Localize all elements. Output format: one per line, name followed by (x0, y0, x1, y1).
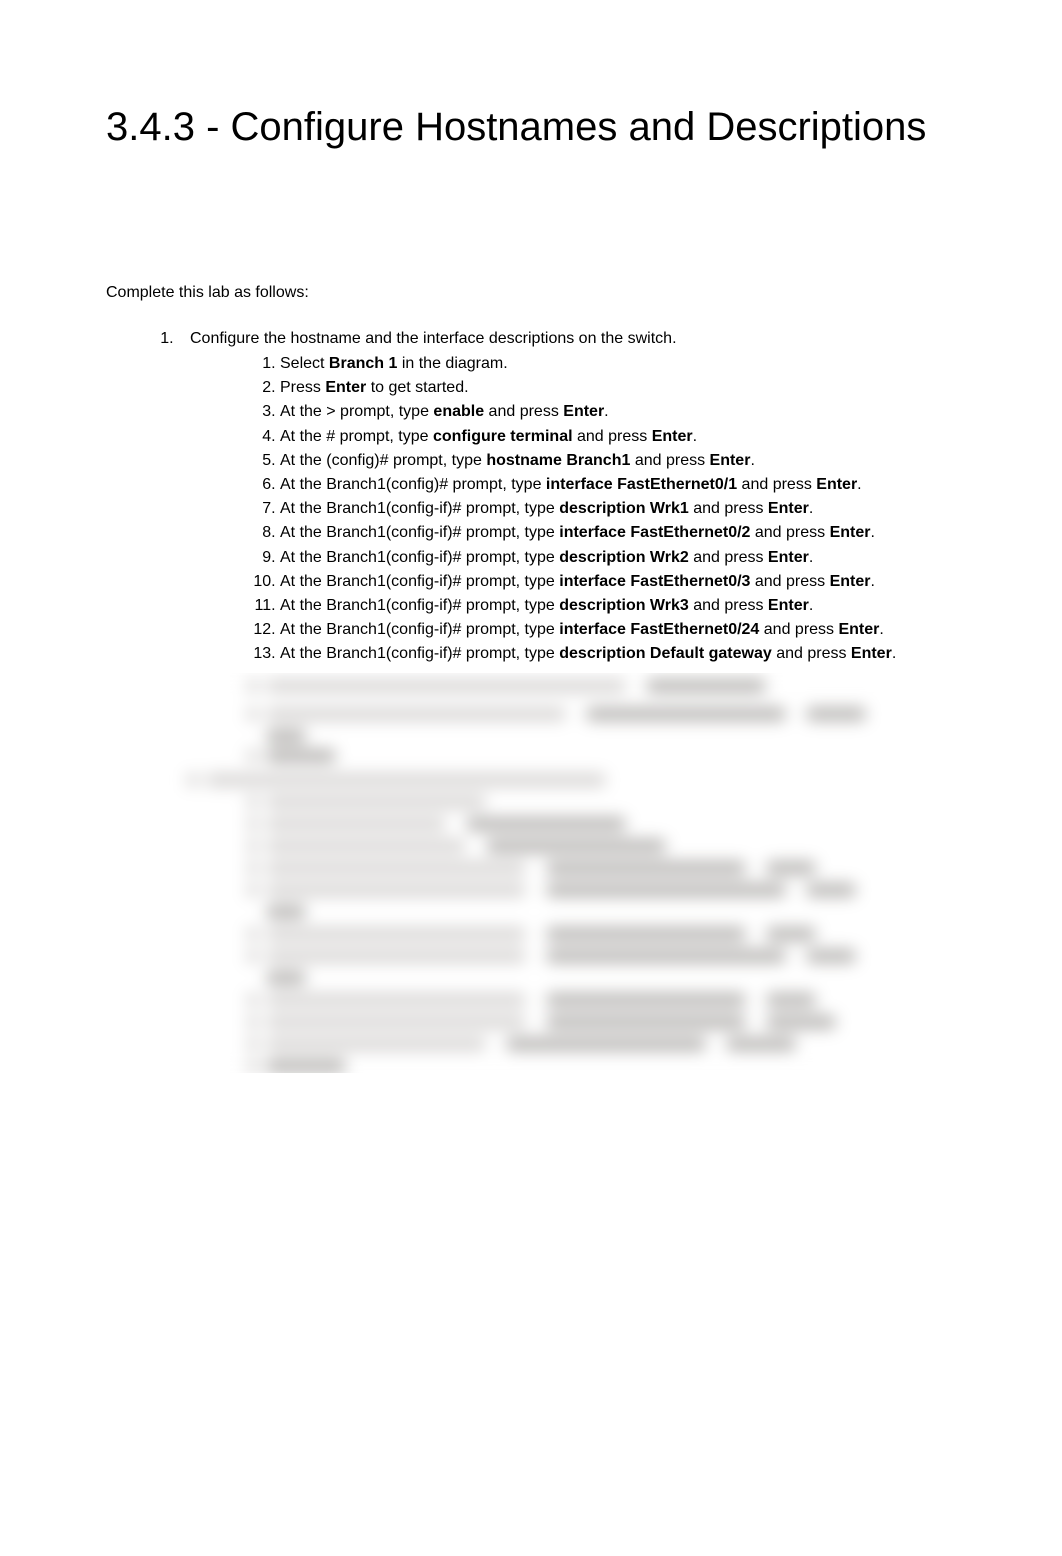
substep-bold2: Enter (851, 645, 892, 662)
substep-pre: At the Branch1(config-if)# prompt, type (280, 645, 559, 662)
substep-bold1: hostname Branch1 (486, 452, 630, 469)
substep-mid: and press (750, 573, 829, 590)
substep-pre: At the # prompt, type (280, 428, 433, 445)
document-page: 3.4.3 - Configure Hostnames and Descript… (0, 0, 1062, 1133)
substep-bold1: configure terminal (433, 428, 573, 445)
substep-mid: and press (689, 500, 768, 517)
substep-13: At the Branch1(config-if)# prompt, type … (280, 642, 956, 665)
substep-post: . (750, 452, 754, 469)
substep-bold2: Enter (710, 452, 751, 469)
substep-mid: and press (689, 597, 768, 614)
substep-9: At the Branch1(config-if)# prompt, type … (280, 546, 956, 569)
substep-post: . (809, 500, 813, 517)
substep-mid: to get started. (366, 379, 468, 396)
substep-bold2: Enter (652, 428, 693, 445)
substep-bold2: Enter (830, 573, 871, 590)
substep-mid: and press (484, 403, 563, 420)
substep-bold1: Branch 1 (329, 355, 397, 372)
substep-4: At the # prompt, type configure terminal… (280, 425, 956, 448)
intro-text: Complete this lab as follows: (106, 284, 956, 302)
top-list: Configure the hostname and the interface… (106, 330, 956, 665)
substep-pre: At the Branch1(config)# prompt, type (280, 476, 546, 493)
substep-post: . (809, 597, 813, 614)
substep-pre: At the Branch1(config-if)# prompt, type (280, 524, 559, 541)
substep-2: Press Enter to get started. (280, 376, 956, 399)
substep-pre: At the Branch1(config-if)# prompt, type (280, 549, 559, 566)
substep-1: Select Branch 1 in the diagram. (280, 352, 956, 375)
substep-post: . (693, 428, 697, 445)
substep-bold1: enable (433, 403, 484, 420)
substep-8: At the Branch1(config-if)# prompt, type … (280, 521, 956, 544)
step-1: Configure the hostname and the interface… (178, 330, 956, 665)
substep-bold2: Enter (768, 597, 809, 614)
substep-bold2: Enter (768, 549, 809, 566)
substep-mid: and press (750, 524, 829, 541)
substep-bold1: description Default gateway (559, 645, 772, 662)
step-1-lead: Configure the hostname and the interface… (190, 330, 677, 347)
substep-11: At the Branch1(config-if)# prompt, type … (280, 594, 956, 617)
substep-bold1: description Wrk3 (559, 597, 689, 614)
substep-pre: At the Branch1(config-if)# prompt, type (280, 597, 559, 614)
step-1-sublist: Select Branch 1 in the diagram.Press Ent… (190, 352, 956, 665)
substep-pre: At the > prompt, type (280, 403, 433, 420)
substep-post: . (879, 621, 883, 638)
substep-bold2: Enter (830, 524, 871, 541)
substep-pre: Press (280, 379, 325, 396)
substep-bold1: interface FastEthernet0/1 (546, 476, 737, 493)
substep-post: . (604, 403, 608, 420)
substep-6: At the Branch1(config)# prompt, type int… (280, 473, 956, 496)
substep-3: At the > prompt, type enable and press E… (280, 400, 956, 423)
substep-bold2: Enter (768, 500, 809, 517)
substep-bold1: description Wrk1 (559, 500, 689, 517)
substep-12: At the Branch1(config-if)# prompt, type … (280, 618, 956, 641)
substep-pre: At the Branch1(config-if)# prompt, type (280, 500, 559, 517)
substep-bold2: Enter (838, 621, 879, 638)
substep-post: . (809, 549, 813, 566)
substep-pre: At the Branch1(config-if)# prompt, type (280, 573, 559, 590)
substep-mid: and press (737, 476, 816, 493)
substep-bold1: interface FastEthernet0/3 (559, 573, 750, 590)
substep-pre: At the (config)# prompt, type (280, 452, 486, 469)
blurred-content (166, 673, 956, 1073)
substep-mid: in the diagram. (397, 355, 507, 372)
substep-5: At the (config)# prompt, type hostname B… (280, 449, 956, 472)
substep-7: At the Branch1(config-if)# prompt, type … (280, 497, 956, 520)
substep-mid: and press (689, 549, 768, 566)
substep-post: . (892, 645, 896, 662)
substep-mid: and press (630, 452, 709, 469)
substep-bold1: interface FastEthernet0/24 (559, 621, 759, 638)
substep-post: . (871, 573, 875, 590)
substep-bold2: Enter (816, 476, 857, 493)
substep-bold1: interface FastEthernet0/2 (559, 524, 750, 541)
substep-10: At the Branch1(config-if)# prompt, type … (280, 570, 956, 593)
substep-mid: and press (759, 621, 838, 638)
page-title: 3.4.3 - Configure Hostnames and Descript… (106, 100, 956, 154)
substep-mid: and press (573, 428, 652, 445)
substep-mid: and press (772, 645, 851, 662)
substep-post: . (857, 476, 861, 493)
substep-pre: At the Branch1(config-if)# prompt, type (280, 621, 559, 638)
substep-bold1: description Wrk2 (559, 549, 689, 566)
substep-bold1: Enter (325, 379, 366, 396)
substep-bold2: Enter (563, 403, 604, 420)
substep-pre: Select (280, 355, 329, 372)
substep-post: . (871, 524, 875, 541)
